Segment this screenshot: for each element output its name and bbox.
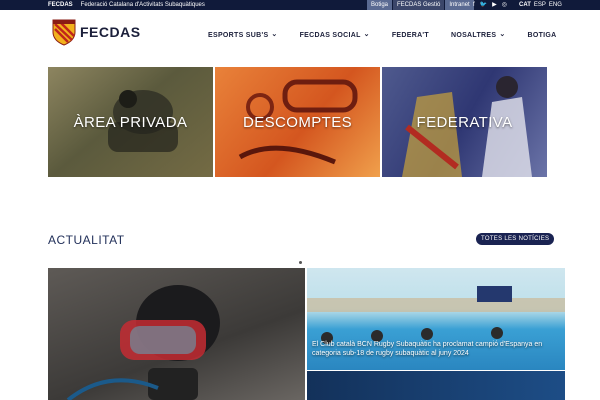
news-card-featured-image[interactable] (48, 268, 305, 400)
tile-label: DESCOMPTES (242, 114, 352, 131)
feature-tiles: ÀREA PRIVADA DESCOMPTES FEDERATIVA (48, 67, 547, 177)
tile-descomptes[interactable]: DESCOMPTES (215, 67, 380, 177)
carousel-dot[interactable] (299, 261, 302, 264)
top-tab-intranet[interactable]: Intranet (445, 0, 474, 10)
tile-label: FEDERATIVA (416, 114, 513, 131)
chevron-down-icon: ⌄ (363, 31, 370, 38)
twitter-icon[interactable]: 🐦 (480, 1, 487, 9)
top-bar-org-name: Federació Catalana d'Activitats Subaquàt… (80, 2, 205, 8)
all-news-button[interactable]: TOTES LES NOTÍCIES (476, 233, 555, 245)
shield-logo-icon (52, 19, 76, 46)
lang-cat[interactable]: CAT (519, 1, 531, 9)
instagram-icon[interactable]: ◎ (502, 1, 507, 9)
facebook-icon[interactable]: f (473, 1, 475, 9)
nav-botiga[interactable]: BOTIGA (528, 31, 557, 39)
nav-label: FECDAS SOCIAL (299, 31, 361, 39)
top-bar-left: FECDAS Federació Catalana d'Activitats S… (48, 1, 205, 9)
chevron-down-icon: ⌄ (499, 31, 506, 38)
nav-nosaltres[interactable]: NOSALTRES ⌄ (451, 31, 506, 39)
top-tab-fecdas-gestio[interactable]: FECDAS Gestió (393, 0, 445, 10)
tile-federativa[interactable]: FEDERATIVA (382, 67, 547, 177)
top-bar-tabs: Botiga FECDAS Gestió Intranet (367, 0, 475, 10)
tile-label: ÀREA PRIVADA (73, 114, 188, 131)
top-bar-brand: FECDAS (48, 2, 73, 8)
main-nav: ESPORTS SUB'S ⌄ FECDAS SOCIAL ⌄ FEDERA'T… (208, 31, 579, 39)
chevron-down-icon: ⌄ (271, 31, 278, 38)
language-switcher: CAT ESP ENG (519, 1, 562, 9)
social-links: f 🐦 ▶ ◎ (473, 1, 507, 9)
nav-label: NOSALTRES (450, 31, 497, 39)
logo-text: FECDAS (80, 24, 141, 40)
nav-federat[interactable]: FEDERA'T (392, 31, 429, 39)
nav-label: BOTIGA (527, 31, 557, 39)
nav-label: ESPORTS SUB'S (208, 31, 269, 39)
tile-area-privada[interactable]: ÀREA PRIVADA (48, 67, 213, 177)
diver-closeup-photo (66, 285, 220, 400)
section-title: ACTUALITAT (48, 233, 125, 247)
news-card-rugby[interactable]: El Club català BCN Rugby Subaquàtic ha p… (307, 268, 565, 370)
top-bar: FECDAS Federació Catalana d'Activitats S… (0, 0, 600, 10)
site-logo[interactable]: FECDAS (52, 18, 141, 46)
nav-label: FEDERA'T (391, 31, 429, 39)
news-caption: El Club català BCN Rugby Subaquàtic ha p… (312, 341, 543, 357)
lang-eng[interactable]: ENG (549, 1, 562, 9)
nav-esports-subs[interactable]: ESPORTS SUB'S ⌄ (208, 31, 278, 39)
site-header: FECDAS ESPORTS SUB'S ⌄ FECDAS SOCIAL ⌄ F… (0, 10, 600, 60)
top-tab-botiga[interactable]: Botiga (367, 0, 393, 10)
nav-fecdas-social[interactable]: FECDAS SOCIAL ⌄ (300, 31, 370, 39)
news-card-secondary-image[interactable] (307, 371, 565, 400)
lang-esp[interactable]: ESP (534, 1, 546, 9)
youtube-icon[interactable]: ▶ (492, 1, 497, 9)
